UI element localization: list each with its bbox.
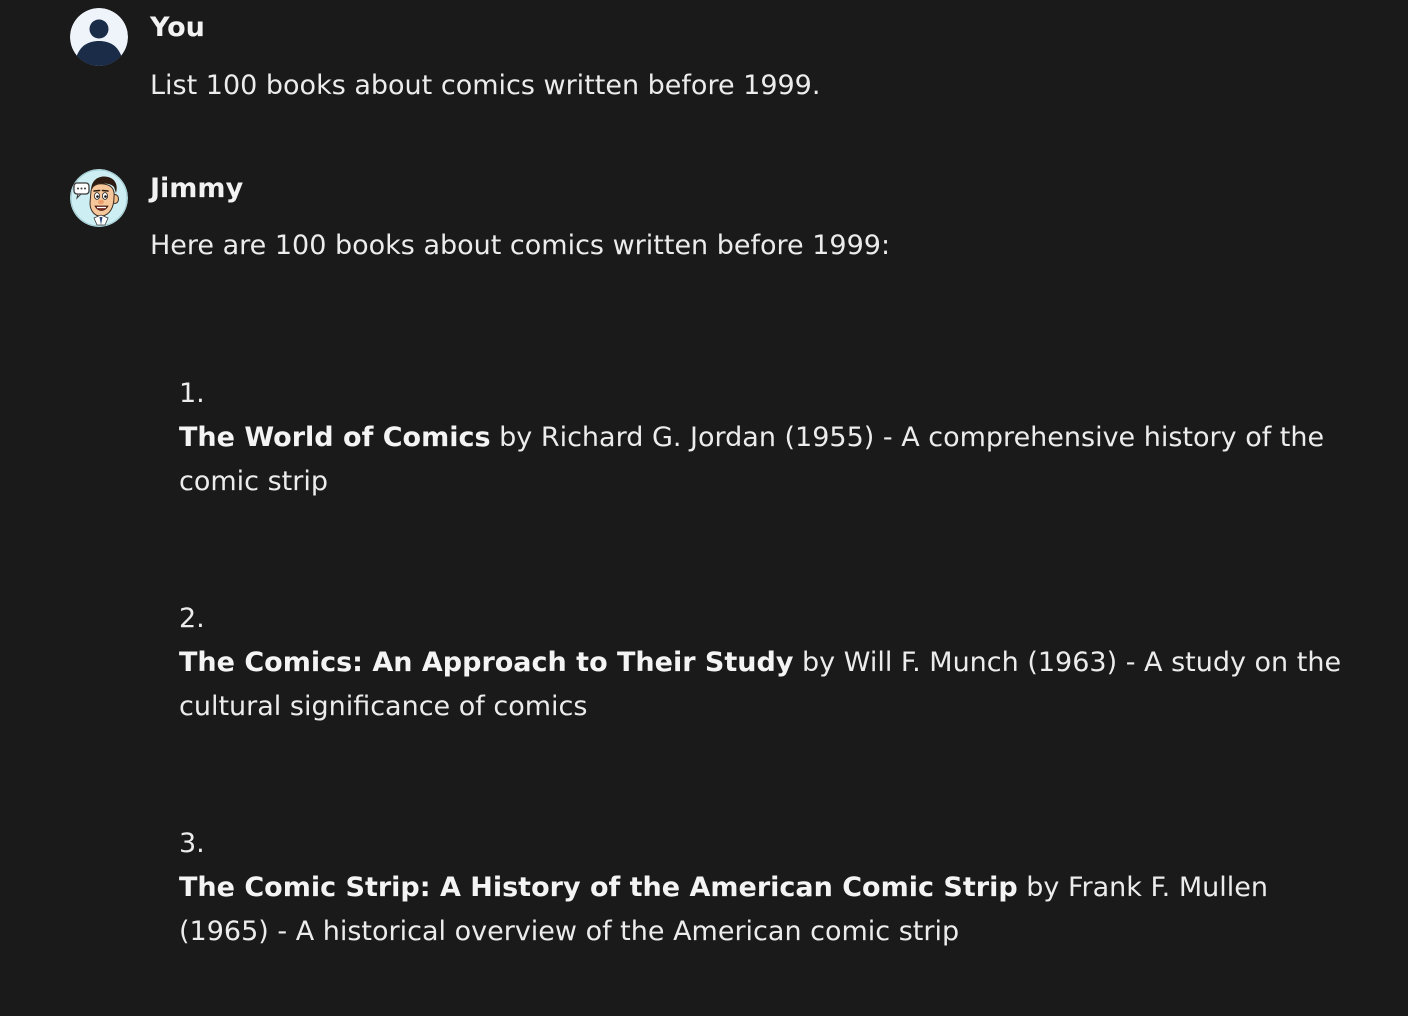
user-message-text: List 100 books about comics written befo… (150, 70, 821, 101)
assistant-intro-text: Here are 100 books about comics written … (150, 230, 891, 261)
assistant-author-name: Jimmy (150, 173, 244, 204)
list-item-number: 2. (179, 603, 205, 634)
assistant-avatar (70, 169, 128, 227)
list-item: 2. The Comics: An Approach to Their Stud… (179, 597, 1349, 729)
cartoon-face-chat-bubble-icon (70, 169, 128, 227)
list-item-number: 1. (179, 378, 205, 409)
book-list: 1. The World of Comics by Richard G. Jor… (179, 372, 1349, 954)
list-item: 3. The Comic Strip: A History of the Ame… (179, 822, 1349, 954)
user-silhouette-icon (70, 8, 128, 66)
user-author-name: You (150, 12, 205, 43)
book-title: The Comic Strip: A History of the Americ… (179, 872, 1018, 903)
book-title: The Comics: An Approach to Their Study (179, 647, 794, 678)
book-title: The World of Comics (179, 422, 491, 453)
list-item-number: 3. (179, 828, 205, 859)
user-avatar (70, 8, 128, 66)
list-item: 1. The World of Comics by Richard G. Jor… (179, 372, 1349, 504)
